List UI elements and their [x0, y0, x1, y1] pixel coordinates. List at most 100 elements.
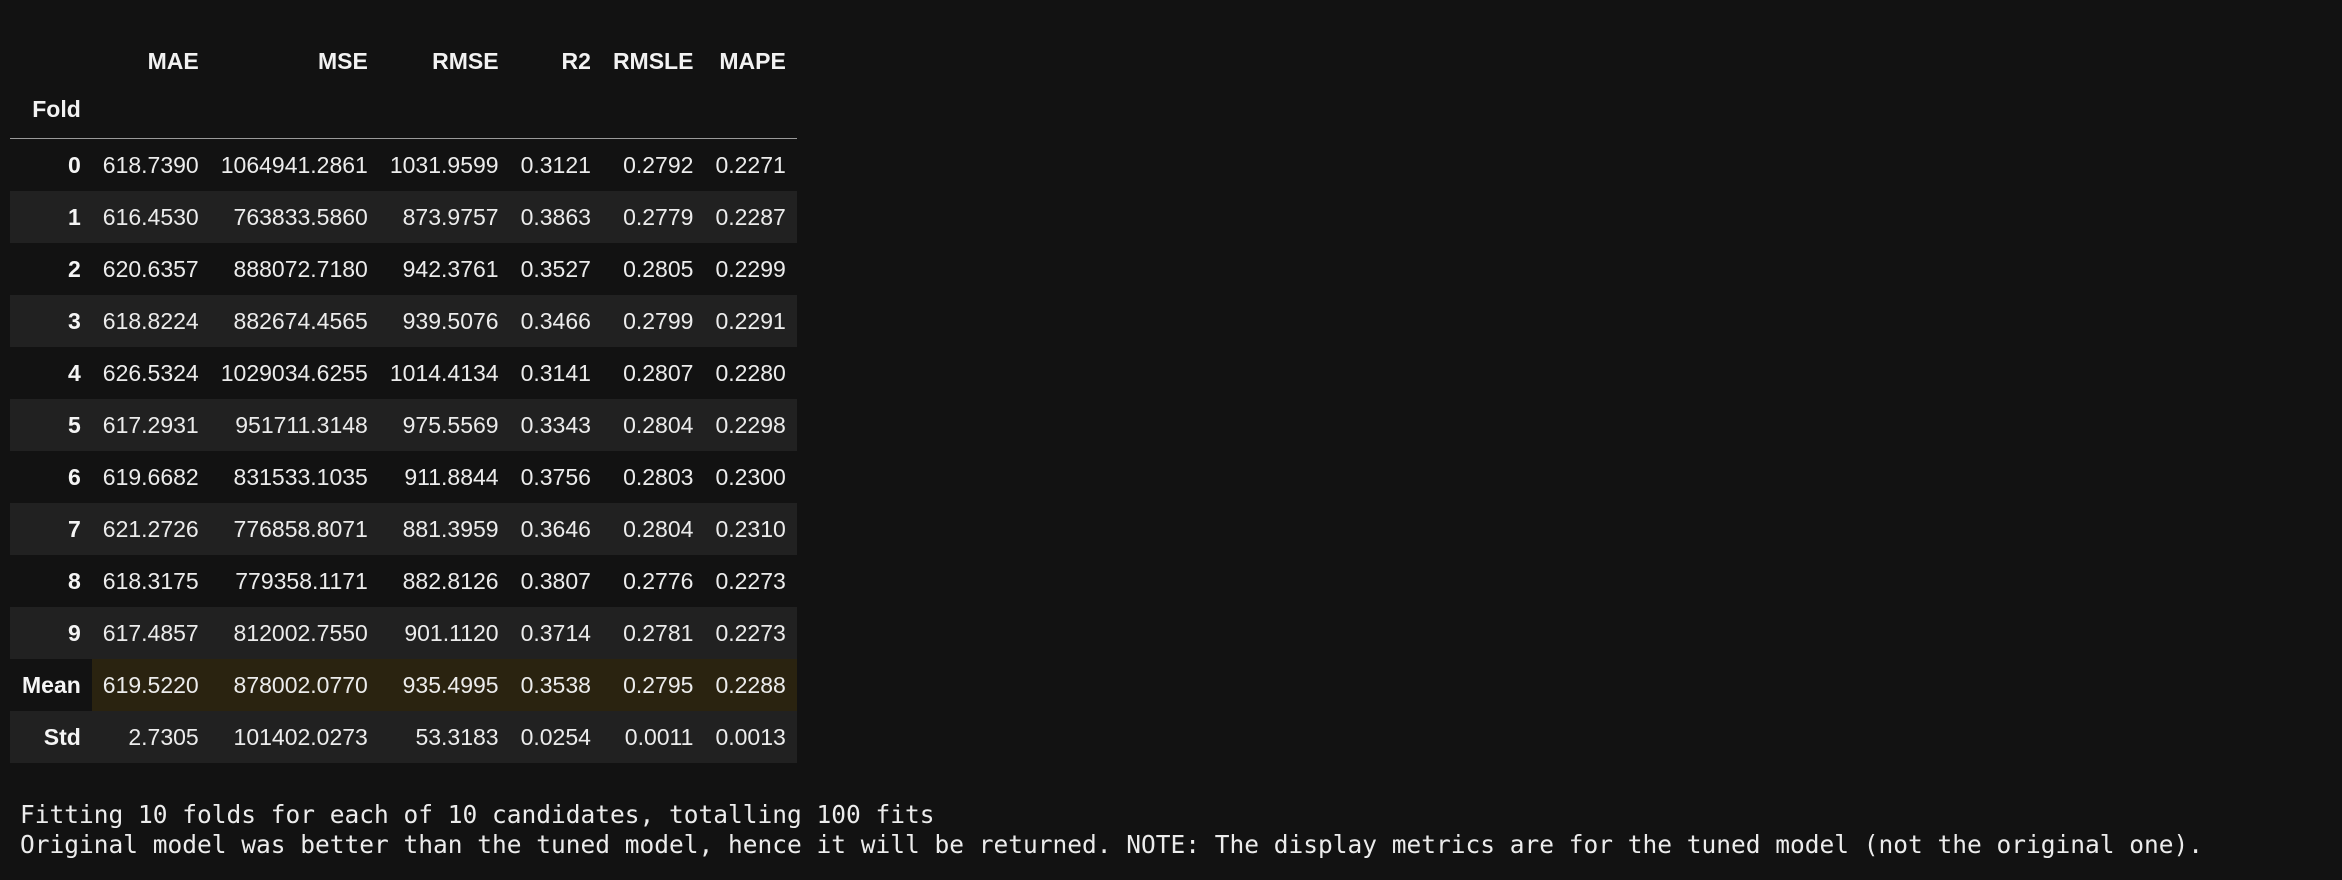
cell-rmse: 1014.4134 [389, 359, 499, 386]
row-label: 3 [68, 307, 81, 334]
cell-mape: 0.2271 [715, 151, 786, 178]
cell-rmsle: 0.2795 [601, 659, 705, 711]
row-label: 9 [68, 619, 81, 646]
cell-mse: 763833.5860 [233, 203, 368, 230]
cell-rmsle: 0.2799 [623, 307, 694, 334]
cell-mse: 101402.0273 [233, 723, 368, 750]
corner-cell [10, 26, 92, 96]
cell-r2: 0.3141 [520, 359, 591, 386]
table-row: 2 620.6357 888072.7180 942.3761 0.3527 0.2805… [10, 243, 797, 295]
table-body: 0 618.7390 1064941.2861 1031.9599 0.3121 0.27… [10, 138, 797, 763]
log-line-fitting: Fitting 10 folds for each of 10 candidat… [20, 800, 935, 829]
cell-r2: 0.3756 [520, 463, 591, 490]
cell-r2: 0.3807 [520, 567, 591, 594]
cell-r2: 0.3863 [520, 203, 591, 230]
cell-rmse: 935.4995 [378, 659, 510, 711]
table-row: 6 619.6682 831533.1035 911.8844 0.3756 0.2803… [10, 451, 797, 503]
index-name-row: Fold [10, 96, 797, 139]
cell-mae: 619.5220 [91, 659, 210, 711]
cell-mape: 0.2298 [715, 411, 786, 438]
cell-mape: 0.2280 [715, 359, 786, 386]
table-row: 9 617.4857 812002.7550 901.1120 0.3714 0.2781… [10, 607, 797, 659]
cell-mse: 779358.1171 [235, 567, 368, 594]
log-line-note: Original model was better than the tuned… [20, 830, 2204, 859]
cell-rmse: 942.3761 [402, 255, 499, 282]
cell-mae: 620.6357 [102, 255, 199, 282]
column-header-rmse: RMSE [432, 47, 499, 74]
cell-rmse: 873.9757 [402, 203, 499, 230]
cell-rmsle: 0.2776 [623, 567, 694, 594]
cell-mape: 0.2273 [715, 619, 786, 646]
cell-mae: 621.2726 [102, 515, 199, 542]
row-label: 8 [68, 567, 81, 594]
cell-rmse: 975.5569 [402, 411, 499, 438]
table-row: 7 621.2726 776858.8071 881.3959 0.3646 0.2804… [10, 503, 797, 555]
table-row: 0 618.7390 1064941.2861 1031.9599 0.3121 0.27… [10, 138, 797, 191]
cell-mse: 882674.4565 [233, 307, 368, 334]
cell-r2: 0.3466 [520, 307, 591, 334]
cell-rmse: 881.3959 [402, 515, 499, 542]
table-row: 5 617.2931 951711.3148 975.5569 0.3343 0.2804… [10, 399, 797, 451]
index-name-header: Fold [32, 96, 81, 122]
cell-rmse: 911.8844 [404, 463, 499, 490]
cell-rmsle: 0.2792 [623, 151, 694, 178]
cell-rmse: 1031.9599 [389, 151, 499, 178]
cell-mae: 618.3175 [102, 567, 199, 594]
cell-mse: 831533.1035 [233, 463, 368, 490]
cell-mae: 2.7305 [128, 723, 199, 750]
cell-mape: 0.2287 [715, 203, 786, 230]
cell-r2: 0.3121 [520, 151, 591, 178]
cell-rmsle: 0.2807 [623, 359, 694, 386]
cell-r2: 0.3527 [520, 255, 591, 282]
cell-rmse: 882.8126 [402, 567, 499, 594]
cell-rmsle: 0.0011 [624, 723, 694, 750]
cell-mape: 0.2273 [715, 567, 786, 594]
cell-mae: 616.4530 [102, 203, 199, 230]
stdout-log: Fitting 10 folds for each of 10 candidat… [20, 800, 2203, 860]
cell-r2: 0.3714 [520, 619, 591, 646]
column-header-rmsle: RMSLE [612, 47, 694, 74]
table-row: 3 618.8224 882674.4565 939.5076 0.3466 0.2799… [10, 295, 797, 347]
cell-mse: 1064941.2861 [220, 151, 368, 178]
cell-mape: 0.0013 [715, 723, 786, 750]
cell-mae: 626.5324 [102, 359, 199, 386]
cell-mse: 812002.7550 [233, 619, 368, 646]
cell-r2: 0.3646 [520, 515, 591, 542]
cell-output: MAE MSE RMSE R2 RMSLE MAPE Fold 0 618.739… [10, 26, 797, 763]
cell-mape: 0.2288 [704, 659, 797, 711]
row-label: Mean [10, 659, 92, 711]
cell-rmse: 53.3183 [415, 723, 499, 750]
cell-r2: 0.0254 [520, 723, 591, 750]
metrics-table: MAE MSE RMSE R2 RMSLE MAPE Fold 0 618.739… [10, 26, 797, 763]
cell-mae: 618.8224 [102, 307, 199, 334]
table-row: Mean 619.5220 878002.0770 935.4995 0.3538 0.2… [10, 659, 797, 711]
cell-rmsle: 0.2803 [623, 463, 694, 490]
row-label: 6 [68, 463, 81, 490]
cell-mae: 619.6682 [102, 463, 199, 490]
row-label: 0 [68, 151, 81, 178]
column-header-mape: MAPE [719, 47, 786, 74]
cell-rmse: 901.1120 [404, 619, 499, 646]
cell-rmsle: 0.2805 [623, 255, 694, 282]
column-header-mae: MAE [147, 47, 199, 74]
row-label: 7 [68, 515, 81, 542]
row-label: 5 [68, 411, 81, 438]
cell-r2: 0.3538 [509, 659, 602, 711]
cell-rmsle: 0.2781 [623, 619, 694, 646]
row-label: 1 [68, 203, 81, 230]
cell-mape: 0.2291 [715, 307, 786, 334]
cell-mae: 617.4857 [102, 619, 199, 646]
column-header-r2: R2 [561, 47, 591, 74]
cell-mse: 1029034.6255 [220, 359, 368, 386]
cell-rmsle: 0.2804 [623, 515, 694, 542]
cell-mape: 0.2300 [715, 463, 786, 490]
cell-mape: 0.2310 [715, 515, 786, 542]
cell-r2: 0.3343 [520, 411, 591, 438]
row-label: 4 [68, 359, 81, 386]
row-label: Std [43, 723, 81, 750]
cell-mse: 878002.0770 [209, 659, 379, 711]
cell-mape: 0.2299 [715, 255, 786, 282]
table-row: 4 626.5324 1029034.6255 1014.4134 0.3141 0.28… [10, 347, 797, 399]
cell-rmse: 939.5076 [402, 307, 499, 334]
cell-rmsle: 0.2804 [623, 411, 694, 438]
